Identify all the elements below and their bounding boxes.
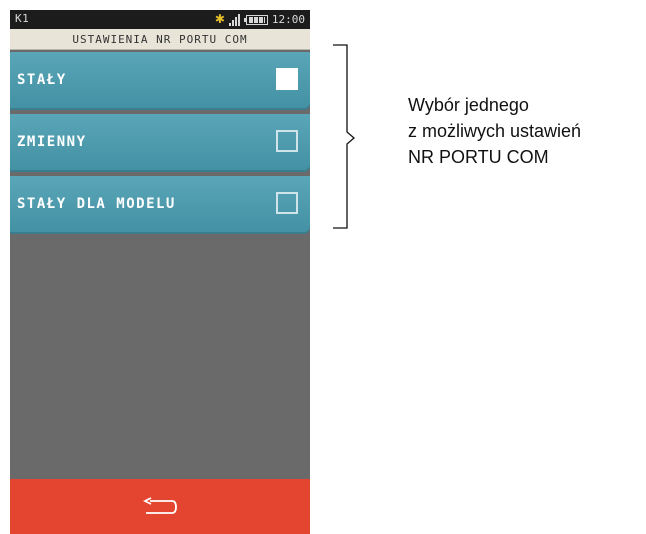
annotation-text: Wybór jednego z możliwych ustawień NR PO… [408,92,581,170]
terminal-id: K1 [15,12,30,25]
back-arrow-icon [142,496,177,514]
status-icons: ✱ 12:00 [215,12,305,27]
checkbox-checked[interactable] [276,68,298,90]
status-bar: K1 ✱ 12:00 [10,10,310,29]
option-staly[interactable]: STAŁY [10,52,310,108]
option-label: ZMIENNY [17,134,87,150]
bluetooth-icon: ✱ [214,12,225,26]
option-label: STAŁY DLA MODELU [17,196,176,212]
signal-icon [228,13,240,26]
battery-icon [243,14,268,25]
device-screen: K1 ✱ 12:00 USTAWIENIA NR PORTU COM STAŁY… [10,10,310,534]
clock: 12:00 [271,13,305,26]
back-button[interactable] [10,479,310,534]
option-list: STAŁY ZMIENNY STAŁY DLA MODELU [10,52,310,238]
annotation-line: Wybór jednego [408,95,529,115]
option-label: STAŁY [17,72,67,88]
checkbox-unchecked[interactable] [276,192,298,214]
option-staly-dla-modelu[interactable]: STAŁY DLA MODELU [10,176,310,232]
checkbox-unchecked[interactable] [276,130,298,152]
option-zmienny[interactable]: ZMIENNY [10,114,310,170]
annotation-line: z możliwych ustawień [408,121,582,141]
bracket-annotation [333,44,355,229]
annotation-line: NR PORTU COM [408,147,549,167]
screen-title: USTAWIENIA NR PORTU COM [10,29,310,50]
